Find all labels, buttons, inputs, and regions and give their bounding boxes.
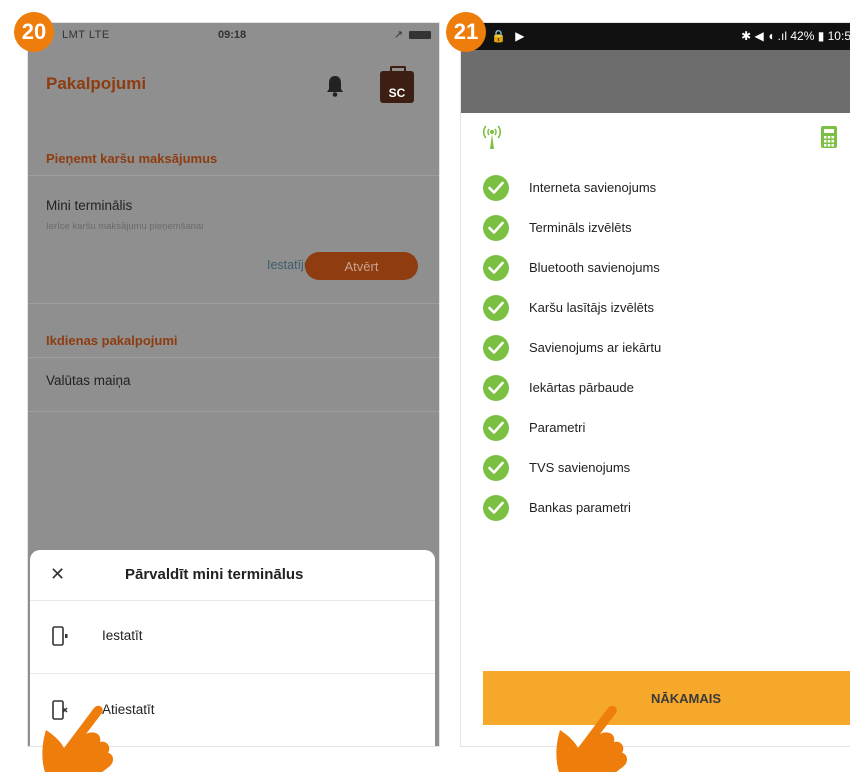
check-item: Bluetooth savienojums [483,255,823,285]
check-circle-icon [483,455,509,481]
check-item-label: Savienojums ar iekārtu [529,340,662,355]
divider [28,357,439,358]
phone-screen-terminal-check: 🔒 ▶ ✱ ◀ ◖ .ıl 42% ▮ 10:5 Interneta savie… [460,22,850,747]
close-icon[interactable]: ✕ [50,564,65,585]
status-time: 09:18 [218,29,247,41]
check-item: TVS savienojums [483,455,823,485]
check-circle-icon [483,295,509,321]
check-item-label: TVS savienojums [529,460,631,475]
check-item: Interneta savienojums [483,175,823,205]
check-item-label: Interneta savienojums [529,180,657,195]
check-item-label: Parametri [529,420,586,435]
check-circle-icon [483,255,509,281]
carrier-label: LMT LTE [62,29,110,41]
check-item: Savienojums ar iekārtu [483,335,823,365]
check-item: Iekārtas pārbaude [483,375,823,405]
sheet-item-setup[interactable]: Iestatīt [30,600,435,672]
check-item: Bankas parametri [483,495,823,525]
phone-setup-icon [52,626,68,646]
status-left-icons: 🔒 ▶ [491,29,528,43]
status-bar: 🔒 ▶ ✱ ◀ ◖ .ıl 42% ▮ 10:5 [461,23,850,50]
battery-icon [409,31,431,39]
phone-screen-services: LMT LTE 09:18 ↗ Pakalpojumi SC Pieņemt k… [27,22,440,747]
mini-terminal-subtitle: Ierīce karšu maksājumu pieņemšanai [46,221,204,232]
sheet-title: Pārvaldīt mini terminālus [125,566,304,583]
check-item-label: Termināls izvēlēts [529,220,632,235]
divider [28,175,439,176]
check-item-label: Bluetooth savienojums [529,260,660,275]
divider [28,303,439,304]
next-button[interactable]: NĀKAMAIS [483,671,850,725]
step-badge-20: 20 [14,12,54,52]
status-bar: LMT LTE 09:18 ↗ [28,23,439,47]
check-circle-icon [483,335,509,361]
mini-terminal-title: Mini terminālis [46,198,133,213]
check-item-label: Karšu lasītājs izvēlēts [529,300,654,315]
avatar[interactable]: SC [380,66,414,103]
location-icon: ↗ [393,29,403,41]
check-item-label: Iekārtas pārbaude [529,380,634,395]
check-circle-icon [483,375,509,401]
check-item-label: Bankas parametri [529,500,631,515]
app-bar [461,50,850,113]
check-circle-icon [483,215,509,241]
open-button[interactable]: Atvērt [305,252,418,280]
app-header: Pakalpojumi SC [28,47,439,109]
section-title-daily-services: Ikdienas pakalpojumi [46,333,178,348]
calculator-icon[interactable] [821,126,837,148]
check-item: Termināls izvēlēts [483,215,823,245]
pointing-hand-icon [42,705,114,772]
divider [28,411,439,412]
check-circle-icon [483,495,509,521]
check-item: Parametri [483,415,823,445]
avatar-initials: SC [388,86,406,100]
bell-icon[interactable] [325,75,345,97]
antenna-icon [482,125,502,149]
sheet-header: ✕ Pārvaldīt mini terminālus [30,550,435,601]
page-title: Pakalpojumi [46,74,147,93]
currency-exchange-item[interactable]: Valūtas maiņa [46,373,131,388]
check-item: Karšu lasītājs izvēlēts [483,295,823,325]
check-circle-icon [483,175,509,201]
pointing-hand-icon [556,705,628,772]
check-circle-icon [483,415,509,441]
status-right-icons: ✱ ◀ ◖ .ıl 42% ▮ 10:5 [741,29,850,43]
section-title-card-payments: Pieņemt karšu maksājumus [46,151,218,166]
step-badge-21: 21 [446,12,486,52]
sheet-item-label: Iestatīt [102,628,143,643]
